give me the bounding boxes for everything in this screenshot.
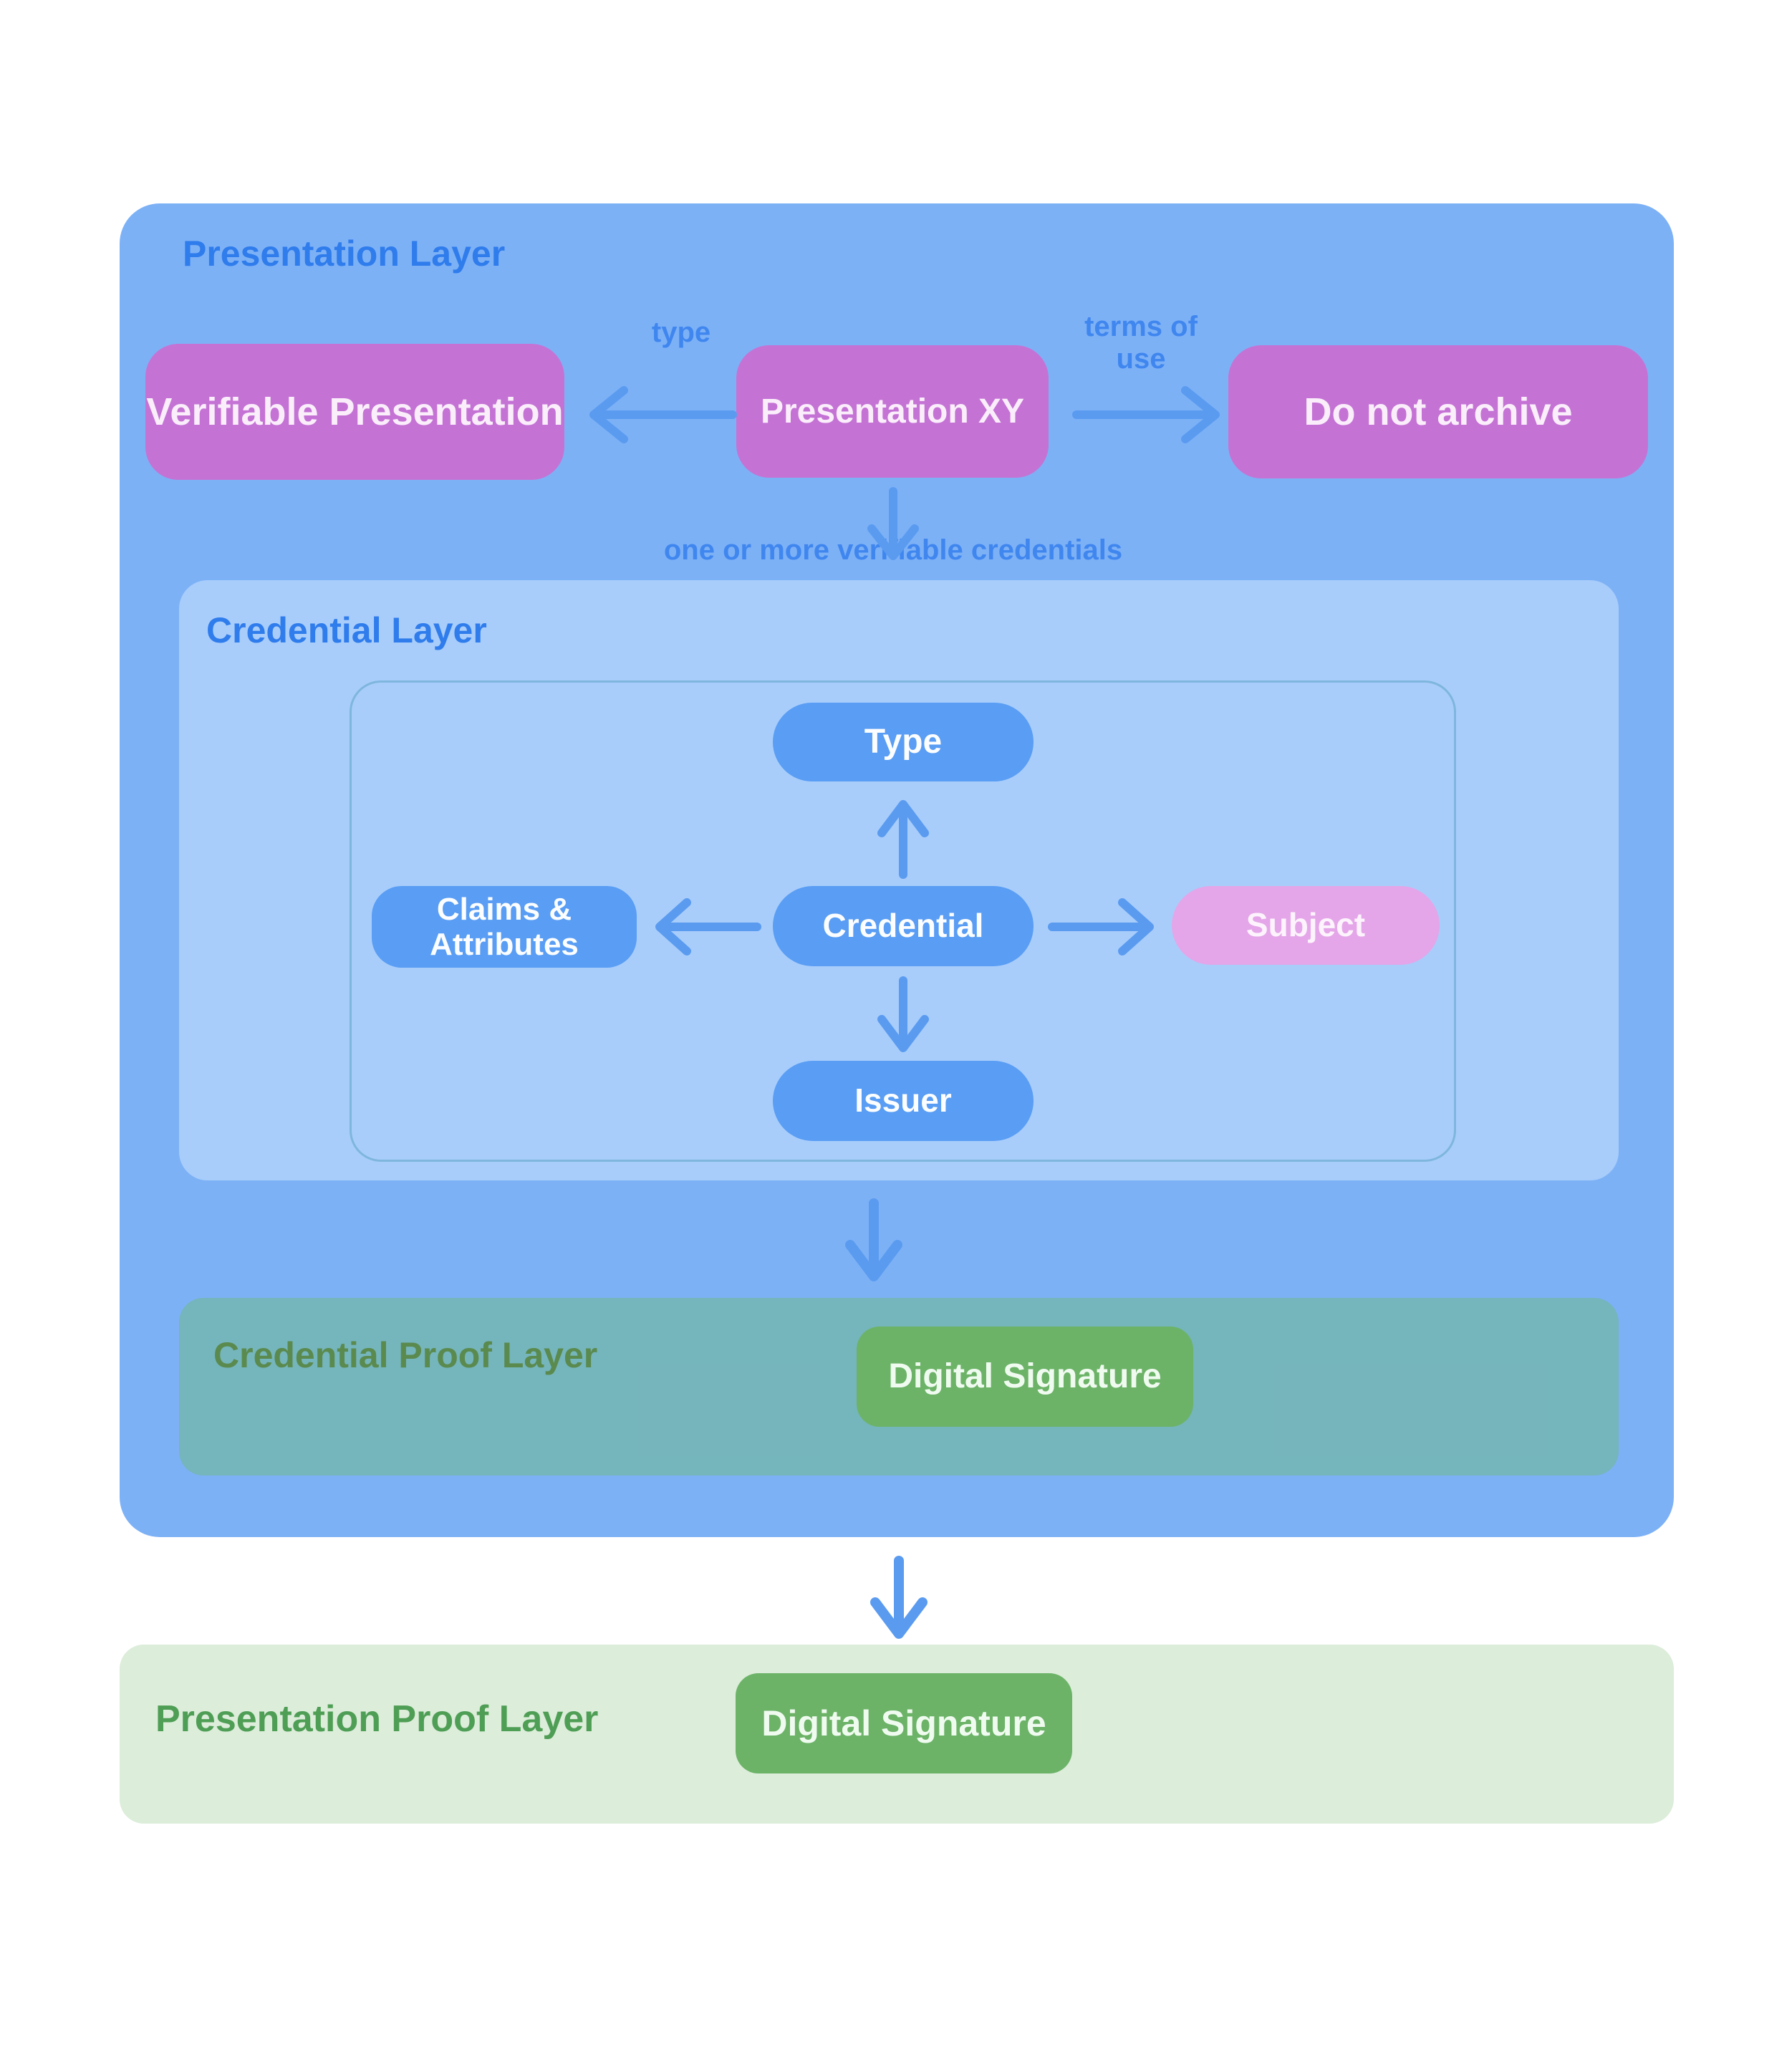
node-digital-signature-credential[interactable]: Digital Signature — [857, 1327, 1193, 1427]
arrow-presentation-to-presentation-proof-down-icon — [870, 1556, 928, 1639]
presentation-layer-container: Presentation Layer Verifiable Presentati… — [120, 203, 1674, 1537]
node-do-not-archive[interactable]: Do not archive — [1228, 345, 1648, 478]
presentation-proof-layer-title: Presentation Proof Layer — [155, 1698, 599, 1740]
arrow-credential-to-type-up-icon — [877, 800, 929, 879]
node-type[interactable]: Type — [773, 703, 1034, 781]
credential-inner-box: Type Claims & Attributes Credential Subj… — [350, 680, 1456, 1162]
node-claims-attributes[interactable]: Claims & Attributes — [372, 886, 637, 968]
edge-label-terms-of-use: terms of use — [1084, 311, 1198, 375]
arrow-credential-to-credential-proof-down-icon — [845, 1198, 902, 1281]
node-subject[interactable]: Subject — [1172, 886, 1440, 965]
edge-label-one-or-more-verifiable-credentials: one or more verifiable credentials — [663, 534, 1123, 566]
node-presentation-xy[interactable]: Presentation XY — [736, 345, 1049, 478]
presentation-layer-title: Presentation Layer — [183, 234, 506, 274]
presentation-proof-layer-container: Presentation Proof Layer Digital Signatu… — [120, 1645, 1674, 1824]
credential-layer-title: Credential Layer — [206, 610, 487, 650]
credential-proof-layer-title: Credential Proof Layer — [213, 1335, 598, 1375]
diagram-canvas: Presentation Layer Verifiable Presentati… — [0, 0, 1792, 2065]
arrow-type-left-icon — [589, 386, 737, 443]
credential-proof-layer-container: Credential Proof Layer Digital Signature — [179, 1298, 1619, 1476]
arrow-terms-of-use-right-icon — [1072, 386, 1220, 443]
credential-layer-container: Credential Layer Type Claims & Attribute… — [179, 580, 1619, 1180]
node-issuer[interactable]: Issuer — [773, 1061, 1034, 1141]
arrow-credential-to-issuer-down-icon — [877, 976, 929, 1052]
arrow-credential-to-claims-left-icon — [655, 898, 761, 956]
node-digital-signature-presentation[interactable]: Digital Signature — [736, 1673, 1072, 1773]
edge-label-type: type — [651, 317, 711, 348]
arrow-credential-to-subject-right-icon — [1048, 898, 1154, 956]
node-verifiable-presentation[interactable]: Verifiable Presentation — [145, 344, 564, 480]
node-credential[interactable]: Credential — [773, 886, 1034, 966]
